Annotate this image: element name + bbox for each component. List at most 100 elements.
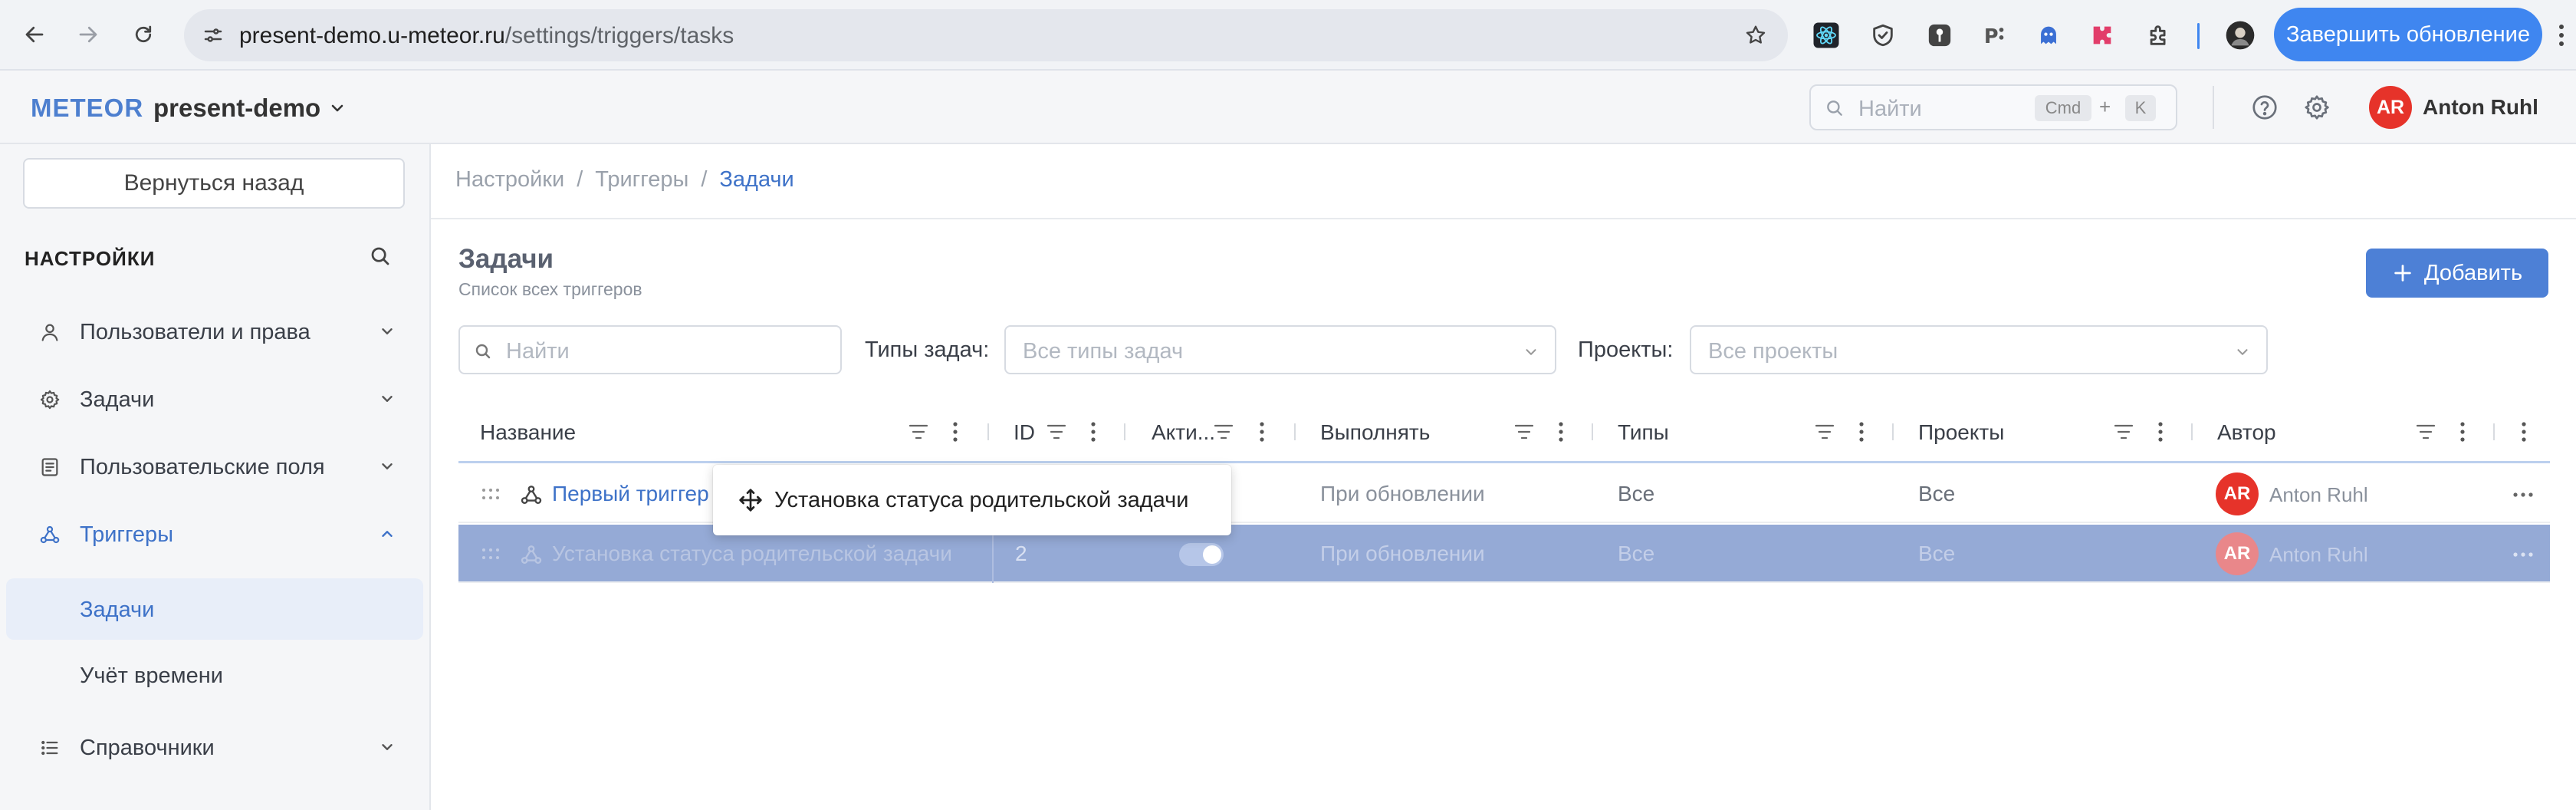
column-menu-icon[interactable] <box>2518 420 2530 443</box>
column-id[interactable]: ID <box>991 399 1127 463</box>
header-divider <box>2213 86 2214 129</box>
task-types-colon: : <box>983 338 990 362</box>
filter-icon[interactable] <box>2415 422 2436 442</box>
task-types-select[interactable]: Все типы задач <box>1004 325 1556 374</box>
sidebar-subitem-tasks[interactable]: Задачи <box>6 578 423 640</box>
profile-icon[interactable] <box>2223 18 2257 52</box>
toggle-knob <box>1203 545 1221 564</box>
password-icon[interactable] <box>1923 18 1957 52</box>
chevron-down-icon <box>376 322 399 341</box>
pricing-icon[interactable]: P <box>1978 18 2012 52</box>
column-divider <box>1294 423 1296 440</box>
filter-icon[interactable] <box>908 422 929 442</box>
column-menu-icon[interactable] <box>1087 420 1099 443</box>
chevron-up-icon <box>376 525 399 543</box>
column-active[interactable]: Акти... <box>1127 399 1297 463</box>
shortcut-key: K <box>2125 95 2156 121</box>
sidebar-item-dictionaries[interactable]: Справочники <box>0 715 431 779</box>
sidebar-item-users[interactable]: Пользователи и права <box>0 299 431 364</box>
search-icon[interactable] <box>366 242 394 270</box>
column-run[interactable]: Выполнять <box>1297 399 1595 463</box>
trigger-icon <box>520 483 543 506</box>
breadcrumb-settings[interactable]: Настройки <box>455 167 564 193</box>
sidebar-subitem-time-tracking[interactable]: Учёт времени <box>6 644 423 706</box>
sidebar-item-triggers[interactable]: Триггеры <box>0 502 431 566</box>
column-projects[interactable]: Проекты <box>1895 399 2194 463</box>
filter-icon[interactable] <box>1513 422 1535 442</box>
puzzle-pink-icon[interactable] <box>2085 18 2119 52</box>
active-toggle[interactable] <box>1179 543 1224 566</box>
column-types[interactable]: Типы <box>1595 399 1895 463</box>
extensions-icon[interactable] <box>2142 18 2176 52</box>
column-author[interactable]: Автор <box>2194 399 2499 463</box>
trigger-name-link[interactable]: Установка статуса родительской задачи <box>552 542 952 566</box>
table-search-input[interactable]: Найти <box>458 325 842 374</box>
sidebar-item-label: Триггеры <box>80 522 174 547</box>
column-menu-icon[interactable] <box>1855 420 1868 443</box>
bookmark-star-icon[interactable] <box>1740 20 1771 51</box>
column-menu-icon[interactable] <box>1555 420 1567 443</box>
user-icon <box>38 321 61 344</box>
drag-preview-tooltip: Установка статуса родительской задачи <box>713 465 1231 535</box>
sidebar-item-custom-fields[interactable]: Пользовательские поля <box>0 434 431 499</box>
workspace-switcher[interactable]: present-demo <box>153 94 347 123</box>
sidebar-item-tasks[interactable]: Задачи <box>0 367 431 431</box>
help-icon[interactable] <box>2249 92 2280 123</box>
forward-arrow-icon[interactable] <box>71 17 106 52</box>
projects-label: Проекты: <box>1578 338 1673 363</box>
global-search-input[interactable]: Найти Cmd + K <box>1809 84 2177 130</box>
chevron-down-icon <box>2234 344 2251 361</box>
drag-preview-label: Установка статуса родительской задачи <box>774 487 1189 512</box>
trigger-icon <box>38 523 61 546</box>
drag-handle-icon[interactable] <box>481 488 500 500</box>
shield-icon[interactable] <box>1866 18 1900 52</box>
breadcrumb: Настройки / Триггеры / Задачи <box>455 167 794 193</box>
filter-icon[interactable] <box>2113 422 2134 442</box>
site-settings-icon[interactable] <box>198 20 228 51</box>
react-devtools-icon[interactable] <box>1809 18 1843 52</box>
task-types-placeholder: Все типы задач <box>1023 339 1184 364</box>
finish-update-button[interactable]: Завершить обновление <box>2274 8 2542 61</box>
user-avatar[interactable]: AR <box>2369 86 2412 129</box>
back-arrow-icon[interactable] <box>17 17 52 52</box>
column-menu-icon[interactable] <box>1256 420 1268 443</box>
column-name[interactable]: Название <box>458 399 991 463</box>
ghost-icon[interactable] <box>2032 18 2065 52</box>
column-actions[interactable] <box>2499 399 2550 463</box>
address-bar[interactable]: present-demo.u-meteor.ru/settings/trigge… <box>184 9 1788 61</box>
breadcrumb-triggers[interactable]: Триггеры <box>595 167 688 193</box>
reload-icon[interactable] <box>126 17 161 52</box>
svg-text:P: P <box>1984 25 1999 48</box>
column-menu-icon[interactable] <box>2456 420 2469 443</box>
toolbar-divider <box>2197 23 2200 49</box>
trigger-name-link[interactable]: Первый триггер <box>552 482 709 506</box>
back-button[interactable]: Вернуться назад <box>23 158 405 209</box>
search-icon <box>1825 98 1845 118</box>
url-path: /settings/triggers/tasks <box>504 23 734 48</box>
add-button[interactable]: Добавить <box>2366 249 2548 298</box>
global-search-placeholder: Найти <box>1858 97 1922 121</box>
filter-icon[interactable] <box>1814 422 1835 442</box>
filter-icon[interactable] <box>1046 422 1067 442</box>
projects-cell: Все <box>1918 542 1956 565</box>
drag-handle-icon[interactable] <box>481 548 500 560</box>
settings-gear-icon[interactable] <box>2302 92 2332 123</box>
browser-menu-icon[interactable] <box>2550 18 2573 52</box>
user-name[interactable]: Anton Ruhl <box>2423 95 2538 120</box>
filter-icon[interactable] <box>1213 422 1234 442</box>
shortcut-cmd: Cmd <box>2035 95 2091 121</box>
types-cell: Все <box>1618 482 1655 505</box>
column-header-label: ID <box>1014 420 1035 444</box>
projects-select[interactable]: Все проекты <box>1690 325 2268 374</box>
column-menu-icon[interactable] <box>949 420 961 443</box>
move-icon <box>738 487 764 513</box>
url-text: present-demo.u-meteor.ru/settings/trigge… <box>239 23 734 49</box>
more-icon[interactable] <box>2510 489 2536 500</box>
more-icon[interactable] <box>2510 549 2536 560</box>
page-title: Задачи <box>458 244 554 274</box>
chevron-down-icon <box>328 99 347 117</box>
sidebar-item-label: Задачи <box>80 387 155 412</box>
brand-logo[interactable]: METEOR <box>31 94 143 123</box>
search-icon <box>474 342 492 361</box>
column-menu-icon[interactable] <box>2154 420 2167 443</box>
